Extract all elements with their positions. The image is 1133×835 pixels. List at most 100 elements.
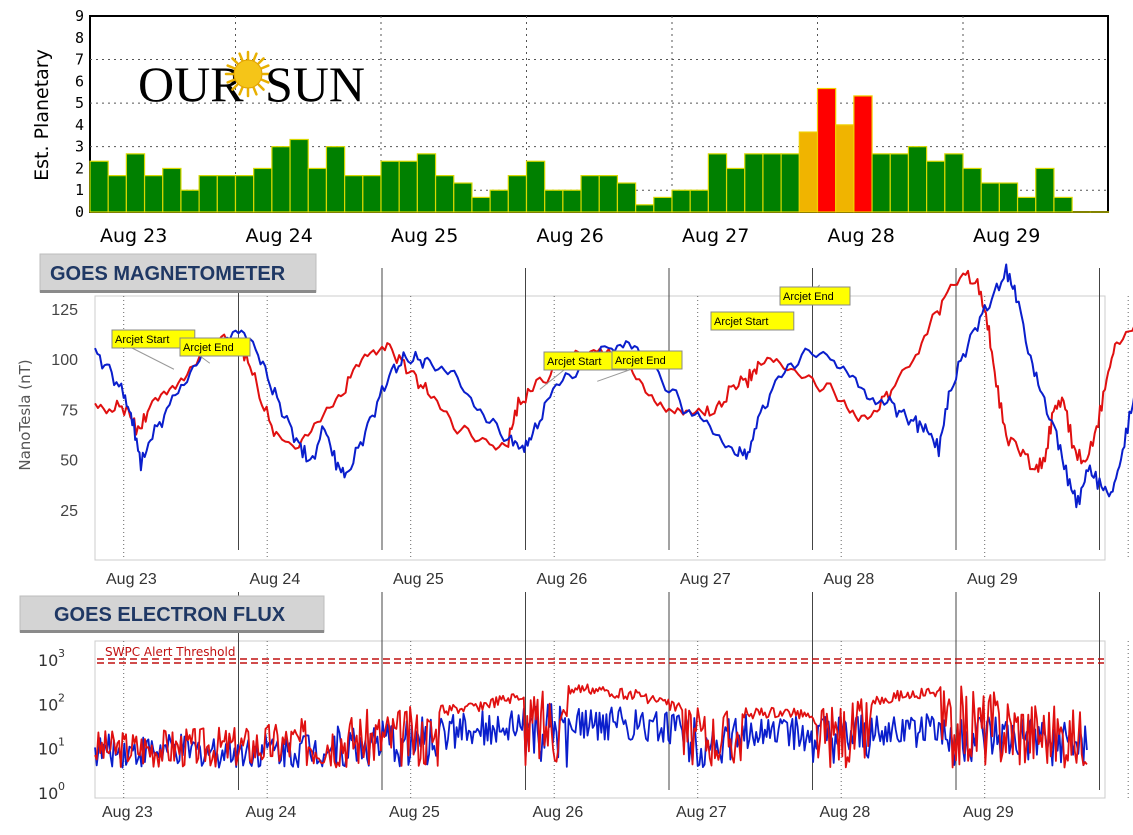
svg-text:10: 10 xyxy=(38,784,58,803)
kp-bar xyxy=(562,189,582,213)
mag-y-axis-label: NanoTesla (nT) xyxy=(16,359,34,470)
kp-bar xyxy=(253,167,273,213)
kp-bar xyxy=(471,196,491,213)
logo-text-sun: SUN xyxy=(265,56,365,112)
arcjet-annotation: Arcjet Start xyxy=(710,311,795,331)
kp-bar xyxy=(507,175,528,213)
kp-bar xyxy=(362,175,382,213)
ef-header: GOES ELECTRON FLUX xyxy=(19,595,325,633)
mag-y-tick: 50 xyxy=(60,453,78,470)
kp-date-label: Aug 26 xyxy=(537,225,604,247)
kp-bar xyxy=(416,153,437,213)
ef-date-labels: Aug 23 Aug 24 Aug 25 Aug 26 Aug 27 Aug 28 Aug … xyxy=(102,804,1014,821)
ef-date-label: Aug 29 xyxy=(963,804,1014,821)
ef-y-tick: 10 3 xyxy=(38,647,65,670)
mag-date-label: Aug 29 xyxy=(967,571,1018,588)
mag-date-label: Aug 28 xyxy=(824,571,875,588)
kp-bar xyxy=(907,146,928,213)
kp-bar xyxy=(1053,196,1073,213)
kp-bar xyxy=(307,167,328,213)
kp-y-tick: 3 xyxy=(75,138,84,156)
kp-bar xyxy=(125,153,146,213)
sun-icon xyxy=(224,50,272,98)
kp-bar xyxy=(544,189,564,213)
kp-y-tick: 2 xyxy=(75,159,84,177)
kp-bar xyxy=(434,175,455,213)
ef-date-label: Aug 25 xyxy=(389,804,440,821)
mag-date-labels: Aug 23 Aug 24 Aug 25 Aug 26 Aug 27 Aug 28 Aug … xyxy=(106,571,1018,588)
kp-date-labels: Aug 23 Aug 24 Aug 25 Aug 26 Aug 27 Aug 28 Aug … xyxy=(100,225,1040,247)
mag-date-label: Aug 23 xyxy=(106,571,157,588)
kp-date-label: Aug 28 xyxy=(828,225,895,247)
mag-date-label: Aug 24 xyxy=(250,571,301,588)
kp-bar xyxy=(325,146,346,213)
mag-y-tick: 75 xyxy=(60,402,78,419)
kp-bar xyxy=(725,167,746,213)
kp-y-tick: 6 xyxy=(75,72,84,90)
kp-bar xyxy=(143,175,164,213)
kp-y-tick: 5 xyxy=(75,94,84,112)
arcjet-label: Arcjet Start xyxy=(115,334,169,346)
kp-y-tick: 9 xyxy=(75,7,84,25)
kp-index-panel: 0123456789 Est. Planetary Aug 23 Aug 24 Au… xyxy=(31,7,1110,247)
mag-plot-frame xyxy=(94,295,1106,561)
kp-bar xyxy=(453,182,473,213)
kp-bar xyxy=(889,153,910,213)
ef-date-label: Aug 28 xyxy=(820,804,871,821)
kp-bar xyxy=(671,189,691,213)
ef-y-tick: 10 0 xyxy=(38,780,65,803)
kp-bar xyxy=(180,189,200,213)
kp-bar xyxy=(762,153,782,213)
kp-bar xyxy=(598,175,619,213)
logo-text-our: OUR xyxy=(138,56,244,112)
ef-date-label: Aug 24 xyxy=(246,804,297,821)
kp-bar xyxy=(380,160,400,213)
magnetometer-panel: Arcjet Start Arcjet End Arcjet Start Arcjet… xyxy=(16,253,1133,588)
ef-date-label: Aug 23 xyxy=(102,804,153,821)
ef-date-label: Aug 27 xyxy=(676,804,727,821)
mag-y-tick: 125 xyxy=(51,302,78,319)
threshold-label: SWPC Alert Threshold xyxy=(105,645,235,659)
ef-date-label: Aug 26 xyxy=(533,804,584,821)
svg-text:10: 10 xyxy=(38,695,58,714)
kp-bar xyxy=(744,153,764,213)
kp-bar xyxy=(689,189,709,213)
mag-date-label: Aug 26 xyxy=(537,571,588,588)
svg-text:0: 0 xyxy=(58,780,65,793)
kp-y-tick: 1 xyxy=(75,181,84,199)
ef-header-title: GOES ELECTRON FLUX xyxy=(54,604,286,626)
kp-bar xyxy=(580,175,600,213)
kp-date-label: Aug 23 xyxy=(100,225,167,247)
mag-date-label: Aug 25 xyxy=(393,571,444,588)
kp-bar xyxy=(344,175,364,213)
kp-bar xyxy=(707,153,728,213)
svg-text:2: 2 xyxy=(58,691,65,704)
kp-bar xyxy=(816,87,837,213)
kp-y-axis-label: Est. Planetary xyxy=(31,49,53,181)
kp-bar xyxy=(162,167,182,213)
kp-date-label: Aug 29 xyxy=(973,225,1040,247)
ef-y-tick: 10 2 xyxy=(38,691,65,714)
kp-bar xyxy=(962,167,982,213)
ef-y-tick-labels: 10 010 110 210 3 xyxy=(38,647,65,803)
mag-y-tick: 100 xyxy=(51,352,78,369)
kp-bar xyxy=(616,182,637,213)
kp-bar xyxy=(271,146,291,213)
svg-text:10: 10 xyxy=(38,651,58,670)
kp-bar xyxy=(234,175,255,213)
mag-header: GOES MAGNETOMETER xyxy=(39,253,317,293)
kp-bar xyxy=(798,131,819,213)
kp-bar xyxy=(289,138,309,213)
kp-bar xyxy=(926,160,946,213)
kp-bar xyxy=(89,160,109,213)
geomagnetic-dashboard: 0123456789 Est. Planetary Aug 23 Aug 24 Au… xyxy=(16,7,1133,821)
kp-y-tick: 4 xyxy=(75,116,84,134)
kp-bar xyxy=(1035,167,1055,213)
kp-bar xyxy=(635,204,655,213)
kp-bar xyxy=(780,153,800,213)
mag-y-tick: 25 xyxy=(60,503,78,520)
kp-date-label: Aug 24 xyxy=(246,225,313,247)
mag-date-label: Aug 27 xyxy=(680,571,731,588)
kp-bar xyxy=(853,95,873,213)
kp-y-tick: 8 xyxy=(75,29,84,47)
